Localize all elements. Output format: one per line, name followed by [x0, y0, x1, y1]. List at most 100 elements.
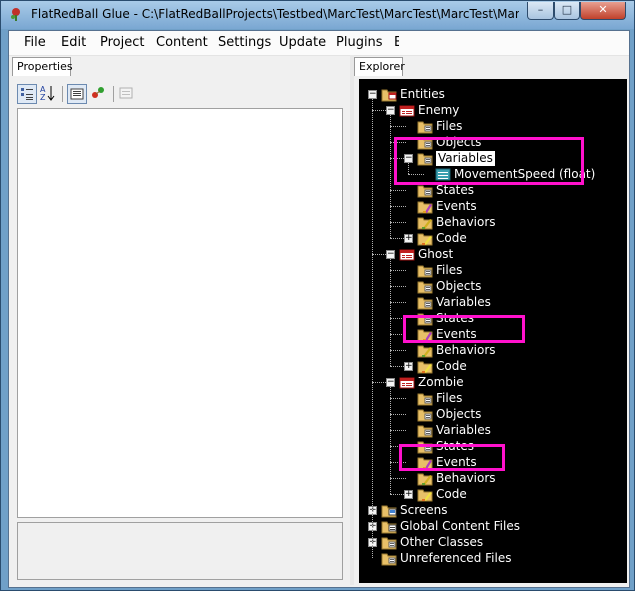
expand-toggle-icon[interactable]: + [404, 490, 413, 499]
tab-properties[interactable]: Properties [12, 57, 73, 76]
tree-node[interactable]: Objects [359, 279, 627, 295]
tree-node-label: Screens [400, 503, 448, 517]
tree-node-label: Files [436, 263, 463, 277]
maximize-button[interactable]: □ [554, 2, 580, 20]
folder-icon [417, 423, 433, 438]
tree-node-label: Enemy [418, 103, 460, 117]
tree-node[interactable]: Behaviors [359, 343, 627, 359]
menu-plugins[interactable]: Plugins [336, 35, 383, 50]
svg-text:Z: Z [40, 93, 46, 102]
folder-screens-icon [381, 503, 397, 518]
tree-node[interactable]: States [359, 183, 627, 199]
tree-connector [390, 270, 406, 271]
entity-icon [399, 247, 415, 262]
menu-edit[interactable]: Edit [61, 35, 86, 50]
folder-icon [417, 279, 433, 294]
menu-settings[interactable]: Settings [218, 35, 271, 50]
menu-content[interactable]: Content [156, 35, 208, 50]
expand-toggle-icon[interactable]: + [404, 234, 413, 243]
tree-node[interactable]: Files [359, 263, 627, 279]
title-bar[interactable]: FlatRedBall Glue - C:\FlatRedBallProject… [1, 1, 634, 29]
property-grid[interactable] [17, 108, 343, 518]
tree-node-label: Variables [436, 423, 491, 437]
tree-node-label: Code [436, 359, 467, 373]
tree-node-label: Behaviors [436, 471, 496, 485]
tree-node[interactable]: Files [359, 119, 627, 135]
tree-node-label: Ghost [418, 247, 454, 261]
tree-node-label: Behaviors [436, 343, 496, 357]
tree-connector [390, 414, 406, 415]
window-title: FlatRedBall Glue - C:\FlatRedBallProject… [31, 7, 519, 21]
tree-node-label: Files [436, 119, 463, 133]
close-button[interactable]: ✕ [580, 2, 626, 20]
toolbar-separator [62, 86, 63, 102]
tree-node[interactable]: Variables [359, 423, 627, 439]
tree-connector [390, 206, 406, 207]
tab-explorer[interactable]: Explorer [354, 57, 405, 76]
menu-bar: File Edit Project Content Settings Updat… [9, 31, 629, 56]
minimize-button[interactable]: – [527, 2, 554, 20]
collapse-toggle-icon[interactable]: − [386, 250, 395, 259]
tree-node[interactable]: Variables [359, 295, 627, 311]
tree-node-label: Objects [436, 407, 482, 421]
highlight-box [394, 137, 584, 185]
code-icon [417, 231, 433, 246]
highlight-box [403, 315, 525, 343]
collapse-toggle-icon[interactable]: − [386, 106, 395, 115]
menu-file[interactable]: File [24, 35, 46, 50]
tree-node-label: Behaviors [436, 215, 496, 229]
tree-node-label: Entities [400, 87, 445, 101]
property-pages-icon[interactable] [67, 84, 87, 104]
tree-node[interactable]: Files [359, 391, 627, 407]
toolbar-separator [113, 86, 114, 102]
tree-node-label: Zombie [418, 375, 464, 389]
tree-node[interactable]: Unreferenced Files [359, 551, 627, 567]
tree-node[interactable]: − Zombie [359, 375, 627, 391]
tree-connector [390, 302, 406, 303]
app-window: FlatRedBall Glue - C:\FlatRedBallProject… [0, 0, 635, 591]
folder-icon [417, 391, 433, 406]
client-area: File Edit Project Content Settings Updat… [8, 30, 630, 588]
tree-node[interactable]: + Global Content Files [359, 519, 627, 535]
menu-update[interactable]: Update [279, 35, 326, 50]
tree-node[interactable]: + Code [359, 231, 627, 247]
tree-node[interactable]: Objects [359, 407, 627, 423]
tree-node[interactable]: Events [359, 199, 627, 215]
tree-node[interactable]: Behaviors [359, 471, 627, 487]
tree-node[interactable]: Behaviors [359, 215, 627, 231]
tree-connector [390, 259, 391, 366]
explorer-tree[interactable]: − Entities − Enemy Files Objects − Variables Mov… [359, 79, 627, 583]
expand-toggle-icon[interactable]: + [404, 362, 413, 371]
tree-connector [390, 222, 406, 223]
tree-node[interactable]: + Other Classes [359, 535, 627, 551]
events-icon[interactable] [89, 84, 109, 104]
tree-node-label: Code [436, 487, 467, 501]
highlight-box [399, 444, 505, 471]
collapse-toggle-icon[interactable]: − [386, 378, 395, 387]
tree-connector [390, 478, 406, 479]
entity-icon [399, 375, 415, 390]
collapse-toggle-icon[interactable]: − [368, 90, 377, 99]
tree-node[interactable]: − Ghost [359, 247, 627, 263]
flatredball-app-icon [11, 8, 20, 21]
code-icon [417, 487, 433, 502]
categorized-icon[interactable] [17, 84, 37, 104]
folder-icon [417, 407, 433, 422]
menu-project[interactable]: Project [100, 35, 144, 50]
tree-node[interactable]: + Screens [359, 503, 627, 519]
folder-icon [417, 295, 433, 310]
tree-connector [390, 398, 406, 399]
alphabetical-sort-icon[interactable]: AZ [39, 84, 59, 104]
tree-node[interactable]: + Code [359, 487, 627, 503]
folder-icon [381, 535, 397, 550]
tree-node-label: Files [436, 391, 463, 405]
tree-node-label: Code [436, 231, 467, 245]
tree-node-label: Events [436, 199, 477, 213]
tree-node[interactable]: − Enemy [359, 103, 627, 119]
tree-node[interactable]: − Entities [359, 87, 627, 103]
tree-node-label: Variables [436, 295, 491, 309]
panel-splitter[interactable] [350, 55, 354, 585]
tree-node[interactable]: + Code [359, 359, 627, 375]
menu-overflow[interactable]: E [394, 35, 399, 50]
tree-connector [390, 430, 406, 431]
